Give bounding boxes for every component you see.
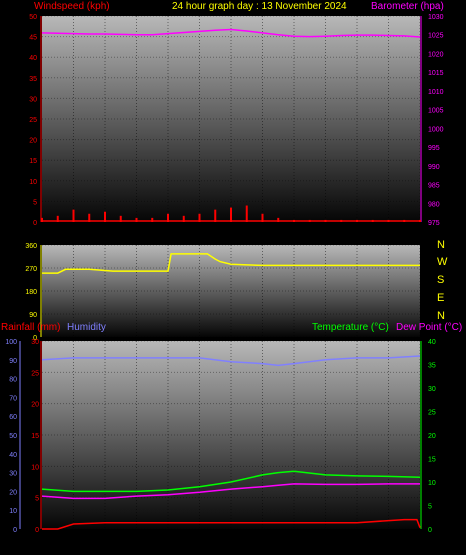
hour-label-bottom: 08 bbox=[164, 540, 172, 547]
dewpoint-axis-label: Dew Point (°C) bbox=[396, 322, 462, 333]
hour-label-bottom: 22 bbox=[385, 540, 393, 547]
temperature-tick-label: 25 bbox=[428, 410, 436, 417]
windspeed-tick-label: 45 bbox=[29, 35, 37, 42]
direction-label-n-top: N bbox=[437, 239, 445, 251]
hour-label-top: 18 bbox=[322, 232, 330, 239]
direction-label-w: W bbox=[437, 256, 448, 268]
humidity-tick-label: 40 bbox=[9, 452, 17, 459]
weather-24h-graph: Windspeed (kph) 24 hour graph day : 13 N… bbox=[1, 1, 462, 547]
windspeed-tick-label: 35 bbox=[29, 76, 37, 83]
barometer-tick-label: 1010 bbox=[428, 89, 444, 96]
temperature-tick-label: 30 bbox=[428, 386, 436, 393]
barometer-tick-label: 985 bbox=[428, 183, 440, 190]
rainfall-tick-label: 10 bbox=[31, 464, 39, 471]
chart-title: 24 hour graph day : 13 November 2024 bbox=[172, 1, 347, 12]
humidity-tick-label: 70 bbox=[9, 395, 17, 402]
windspeed-tick-label: 10 bbox=[29, 179, 37, 186]
hour-label-top: 04 bbox=[101, 232, 109, 239]
hour-label-top: 20 bbox=[353, 232, 361, 239]
hour-label-top: 22 bbox=[385, 232, 393, 239]
windspeed-tick-label: 0 bbox=[33, 220, 37, 227]
hour-label-top: 06 bbox=[133, 232, 141, 239]
hour-label-top: 08 bbox=[164, 232, 172, 239]
temperature-tick-label: 40 bbox=[428, 339, 436, 346]
windspeed-tick-label: 40 bbox=[29, 55, 37, 62]
rainfall-tick-label: 30 bbox=[31, 339, 39, 346]
humidity-tick-label: 50 bbox=[9, 433, 17, 440]
direction-tick-label: 90 bbox=[29, 312, 37, 319]
hour-label-bottom: 14 bbox=[259, 540, 267, 547]
direction-label-n-bottom: N bbox=[437, 310, 445, 322]
temperature-axis-label: Temperature (°C) bbox=[312, 322, 389, 333]
temperature-tick-label: 35 bbox=[428, 363, 436, 370]
hour-label-top: 00 bbox=[416, 232, 424, 239]
rainfall-tick-label: 15 bbox=[31, 433, 39, 440]
hour-label-bottom: 02 bbox=[70, 540, 78, 547]
hour-label-bottom: 16 bbox=[290, 540, 298, 547]
humidity-tick-label: 80 bbox=[9, 377, 17, 384]
hour-label-top: 02 bbox=[70, 232, 78, 239]
barometer-tick-label: 995 bbox=[428, 145, 440, 152]
humidity-tick-label: 30 bbox=[9, 471, 17, 478]
barometer-tick-label: 980 bbox=[428, 201, 440, 208]
hour-label-bottom: 20 bbox=[353, 540, 361, 547]
barometer-axis-label: Barometer (hpa) bbox=[371, 1, 444, 12]
temperature-tick-label: 15 bbox=[428, 457, 436, 464]
hour-label-bottom: 06 bbox=[133, 540, 141, 547]
barometer-tick-label: 1030 bbox=[428, 14, 444, 21]
humidity-tick-label: 90 bbox=[9, 358, 17, 365]
rainfall-tick-label: 0 bbox=[35, 527, 39, 534]
hour-label-top: 16 bbox=[290, 232, 298, 239]
barometer-tick-label: 1015 bbox=[428, 70, 444, 77]
hour-label-top: 12 bbox=[227, 232, 235, 239]
hour-label-bottom: 00 bbox=[416, 540, 424, 547]
direction-tick-label: 180 bbox=[25, 289, 37, 296]
windspeed-tick-label: 5 bbox=[33, 199, 37, 206]
hour-label-top: 10 bbox=[196, 232, 204, 239]
barometer-tick-label: 1005 bbox=[428, 108, 444, 115]
windspeed-axis-label: Windspeed (kph) bbox=[34, 1, 110, 12]
direction-label-s: S bbox=[437, 274, 444, 286]
temperature-tick-label: 20 bbox=[428, 433, 436, 440]
humidity-axis-label: Humidity bbox=[67, 322, 106, 333]
barometer-tick-label: 1020 bbox=[428, 51, 444, 58]
rainfall-tick-label: 5 bbox=[35, 496, 39, 503]
rainfall-tick-label: 25 bbox=[31, 370, 39, 377]
direction-tick-label: 270 bbox=[25, 266, 37, 273]
humidity-tick-label: 0 bbox=[13, 527, 17, 534]
hour-label-top: 14 bbox=[259, 232, 267, 239]
humidity-tick-label: 100 bbox=[5, 339, 17, 346]
barometer-tick-label: 975 bbox=[428, 220, 440, 227]
barometer-tick-label: 990 bbox=[428, 164, 440, 171]
humidity-tick-label: 10 bbox=[9, 508, 17, 515]
temperature-tick-label: 5 bbox=[428, 504, 432, 511]
hour-label-bottom: 12 bbox=[227, 540, 235, 547]
windspeed-tick-label: 20 bbox=[29, 138, 37, 145]
windspeed-tick-label: 30 bbox=[29, 96, 37, 103]
humidity-tick-label: 20 bbox=[9, 489, 17, 496]
hour-label-bottom: 10 bbox=[196, 540, 204, 547]
direction-label-e: E bbox=[437, 292, 444, 304]
windspeed-tick-label: 15 bbox=[29, 158, 37, 165]
temperature-tick-label: 0 bbox=[428, 527, 432, 534]
temperature-tick-label: 10 bbox=[428, 480, 436, 487]
direction-tick-label: 360 bbox=[25, 243, 37, 250]
rainfall-tick-label: 20 bbox=[31, 402, 39, 409]
humidity-tick-label: 60 bbox=[9, 414, 17, 421]
windspeed-tick-label: 25 bbox=[29, 117, 37, 124]
rainfall-axis-label: Rainfall (mm) bbox=[1, 322, 60, 333]
barometer-tick-label: 1025 bbox=[428, 33, 444, 40]
windspeed-tick-label: 50 bbox=[29, 14, 37, 21]
hour-label-bottom: 18 bbox=[322, 540, 330, 547]
barometer-tick-label: 1000 bbox=[428, 126, 444, 133]
hour-label-bottom: 04 bbox=[101, 540, 109, 547]
